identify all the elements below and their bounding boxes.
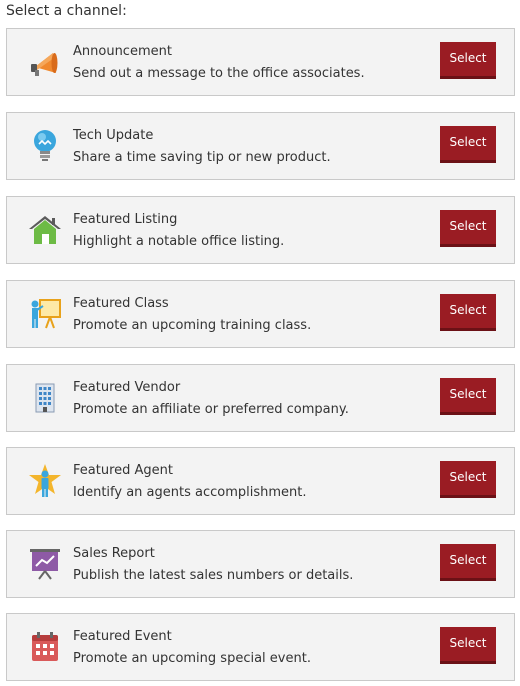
channel-card-featured-agent: Featured Agent Identify an agents accomp… bbox=[6, 447, 515, 515]
channel-title: Announcement bbox=[73, 44, 172, 59]
channel-description: Send out a message to the office associa… bbox=[73, 66, 365, 81]
house-icon bbox=[27, 211, 63, 249]
select-sales-report-button[interactable]: Select bbox=[440, 544, 496, 581]
channel-description: Share a time saving tip or new product. bbox=[73, 150, 331, 165]
select-featured-agent-button[interactable]: Select bbox=[440, 461, 496, 498]
channel-card-sales-report: Sales Report Publish the latest sales nu… bbox=[6, 530, 515, 598]
channel-title: Featured Class bbox=[73, 296, 169, 311]
channel-description: Highlight a notable office listing. bbox=[73, 234, 285, 249]
channel-card-featured-event: Featured Event Promote an upcoming speci… bbox=[6, 613, 515, 681]
star-agent-icon bbox=[27, 462, 63, 500]
channel-card-featured-listing: Featured Listing Highlight a notable off… bbox=[6, 196, 515, 264]
megaphone-icon bbox=[27, 43, 63, 81]
channel-card-tech-update: Tech Update Share a time saving tip or n… bbox=[6, 112, 515, 180]
select-featured-event-button[interactable]: Select bbox=[440, 627, 496, 664]
channel-title: Featured Agent bbox=[73, 463, 173, 478]
lightbulb-icon bbox=[27, 127, 63, 165]
channel-card-featured-class: Featured Class Promote an upcoming train… bbox=[6, 280, 515, 348]
building-icon bbox=[27, 379, 63, 417]
chart-board-icon bbox=[27, 545, 63, 583]
channel-title: Featured Event bbox=[73, 629, 172, 644]
channel-title: Featured Vendor bbox=[73, 380, 181, 395]
channel-description: Promote an upcoming training class. bbox=[73, 318, 312, 333]
select-featured-class-button[interactable]: Select bbox=[440, 294, 496, 331]
channel-description: Identify an agents accomplishment. bbox=[73, 485, 307, 500]
calendar-icon bbox=[27, 628, 63, 666]
select-tech-update-button[interactable]: Select bbox=[440, 126, 496, 163]
channel-title: Featured Listing bbox=[73, 212, 178, 227]
channel-description: Promote an affiliate or preferred compan… bbox=[73, 402, 349, 417]
channel-description: Promote an upcoming special event. bbox=[73, 651, 311, 666]
channel-card-featured-vendor: Featured Vendor Promote an affiliate or … bbox=[6, 364, 515, 432]
channel-title: Sales Report bbox=[73, 546, 155, 561]
channel-title: Tech Update bbox=[73, 128, 154, 143]
select-announcement-button[interactable]: Select bbox=[440, 42, 496, 79]
channel-description: Publish the latest sales numbers or deta… bbox=[73, 568, 354, 583]
page-heading: Select a channel: bbox=[6, 3, 127, 19]
presenter-icon bbox=[27, 295, 63, 333]
channel-card-announcement: Announcement Send out a message to the o… bbox=[6, 28, 515, 96]
select-featured-listing-button[interactable]: Select bbox=[440, 210, 496, 247]
select-featured-vendor-button[interactable]: Select bbox=[440, 378, 496, 415]
